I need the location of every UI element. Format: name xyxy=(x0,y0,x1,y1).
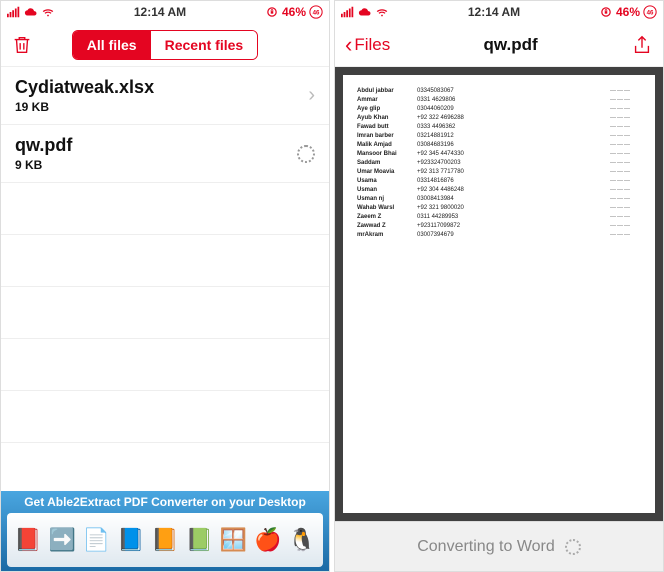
document-row: Fawad butt0333 4496362——— xyxy=(357,123,641,132)
convert-status-bar: Converting to Word xyxy=(335,521,663,571)
doc-icon: 📗 xyxy=(186,527,213,553)
status-time: 12:14 AM xyxy=(134,5,186,19)
status-time: 12:14 AM xyxy=(468,5,520,19)
file-size: 9 KB xyxy=(15,158,72,172)
document-row: Usman nj03008413984——— xyxy=(357,195,641,204)
file-name: qw.pdf xyxy=(15,135,72,156)
document-viewport[interactable]: Abdul jabbar03345083067———Ammar0331 4629… xyxy=(335,67,663,521)
battery-icon: 46 xyxy=(643,5,657,19)
nav-bar: All files Recent files xyxy=(1,23,329,67)
battery-icon: 46 xyxy=(309,5,323,19)
apple-icon: 🍎 xyxy=(254,527,281,553)
document-page: Abdul jabbar03345083067———Ammar0331 4629… xyxy=(343,75,655,513)
document-row: mrAkram03007394679——— xyxy=(357,231,641,240)
empty-row xyxy=(1,339,329,391)
promo-text: Get Able2Extract PDF Converter on your D… xyxy=(7,495,323,509)
wifi-icon xyxy=(375,5,389,19)
empty-row xyxy=(1,183,329,235)
lock-icon xyxy=(599,5,613,19)
status-bar: 12:14 AM 46% 46 xyxy=(335,1,663,23)
empty-row xyxy=(1,287,329,339)
lock-icon xyxy=(265,5,279,19)
document-row: Zaeem Z0311 44289953——— xyxy=(357,213,641,222)
file-row[interactable]: Cydiatweak.xlsx 19 KB › xyxy=(1,67,329,125)
document-row: Zawwad Z+923117099872——— xyxy=(357,222,641,231)
document-row: Wahab Warsl+92 321 9800020——— xyxy=(357,204,641,213)
converting-label: Converting to Word xyxy=(417,538,555,556)
doc-icon: 📄 xyxy=(83,527,110,553)
file-list: Cydiatweak.xlsx 19 KB › qw.pdf 9 KB xyxy=(1,67,329,491)
status-bar: 12:14 AM 46% 46 xyxy=(1,1,329,23)
document-row: Mansoor Bhai+92 345 4474330——— xyxy=(357,150,641,159)
empty-row xyxy=(1,391,329,443)
doc-icon: 📘 xyxy=(117,527,144,553)
chevron-right-icon: › xyxy=(308,84,315,107)
battery-percent: 46% xyxy=(282,5,306,19)
nav-bar: ‹ Files qw.pdf xyxy=(335,23,663,67)
chevron-left-icon: ‹ xyxy=(345,32,352,58)
document-row: Usman+92 304 4486248——— xyxy=(357,186,641,195)
document-row: Ayub Khan+92 322 4696288——— xyxy=(357,114,641,123)
promo-banner[interactable]: Get Able2Extract PDF Converter on your D… xyxy=(1,491,329,571)
tab-recent-files[interactable]: Recent files xyxy=(151,31,258,59)
file-row[interactable]: qw.pdf 9 KB xyxy=(1,125,329,183)
loading-spinner-icon xyxy=(297,145,315,163)
document-row: Ammar0331 4629806——— xyxy=(357,96,641,105)
back-button[interactable]: ‹ Files xyxy=(345,32,390,58)
document-row: Umar Moavia+92 313 7717780——— xyxy=(357,168,641,177)
document-row: Malik Amjad03084683196——— xyxy=(357,141,641,150)
wifi-icon xyxy=(41,5,55,19)
document-row: Saddam+923324700203——— xyxy=(357,159,641,168)
svg-text:46: 46 xyxy=(313,10,320,17)
screen-file-list: 12:14 AM 46% 46 All files Recent files C… xyxy=(0,0,330,572)
arrow-icon: ➡️ xyxy=(49,527,76,553)
pdf-icon: 📕 xyxy=(14,527,41,553)
cloud-icon xyxy=(358,5,372,19)
document-row: Usama03314816876——— xyxy=(357,177,641,186)
page-title: qw.pdf xyxy=(484,35,538,55)
promo-icons: 📕 ➡️ 📄 📘 📙 📗 🪟 🍎 🐧 xyxy=(7,513,323,567)
file-name: Cydiatweak.xlsx xyxy=(15,77,154,98)
back-label: Files xyxy=(354,35,390,55)
screen-document-preview: 12:14 AM 46% 46 ‹ Files qw.pdf Abdul jab… xyxy=(334,0,664,572)
document-row: Aye glip03044060209——— xyxy=(357,105,641,114)
signal-icon xyxy=(7,5,21,19)
share-icon[interactable] xyxy=(631,34,653,56)
loading-spinner-icon xyxy=(565,539,581,555)
file-size: 19 KB xyxy=(15,100,154,114)
cloud-icon xyxy=(24,5,38,19)
linux-icon: 🐧 xyxy=(288,527,315,553)
document-row: Imran barber03214881912——— xyxy=(357,132,641,141)
signal-icon xyxy=(341,5,355,19)
document-row: Abdul jabbar03345083067——— xyxy=(357,87,641,96)
segmented-control: All files Recent files xyxy=(72,30,258,60)
windows-icon: 🪟 xyxy=(220,527,247,553)
svg-text:46: 46 xyxy=(647,10,654,17)
trash-icon[interactable] xyxy=(11,34,33,56)
tab-all-files[interactable]: All files xyxy=(73,31,151,59)
battery-percent: 46% xyxy=(616,5,640,19)
empty-row xyxy=(1,235,329,287)
doc-icon: 📙 xyxy=(151,527,178,553)
